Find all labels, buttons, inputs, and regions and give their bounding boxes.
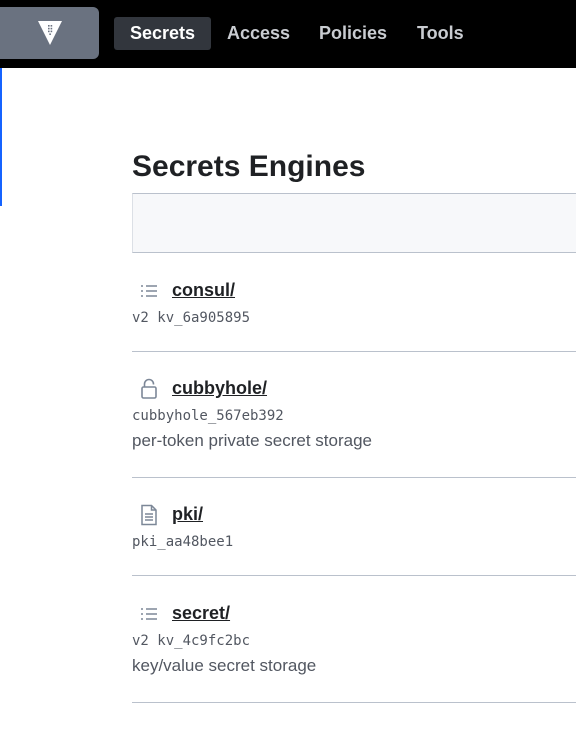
secret-engine-row[interactable]: cubbyhole/ cubbyhole_567eb392 per-token … [132, 378, 576, 478]
nav-tab-access[interactable]: Access [227, 17, 290, 50]
vault-logo-icon [37, 21, 62, 45]
nav-tab-policies[interactable]: Policies [319, 17, 387, 50]
secret-engine-row[interactable]: pki/ pki_aa48bee1 [132, 504, 576, 576]
lock-icon [138, 378, 160, 400]
list-icon [138, 280, 160, 302]
engine-accessor: pki_aa48bee1 [132, 534, 234, 550]
list-icon [138, 603, 160, 625]
secret-engine-row[interactable]: secret/ v2 kv_4c9fc2bc key/value secret … [132, 603, 576, 703]
nav-tab-tools[interactable]: Tools [417, 17, 464, 50]
engine-accessor: cubbyhole_567eb392 [132, 408, 284, 424]
document-icon [138, 504, 160, 526]
engine-accessor: v2 kv_4c9fc2bc [132, 633, 251, 649]
engine-description: per-token private secret storage [132, 431, 373, 450]
window-edge-accent [0, 68, 2, 206]
toolbar [132, 193, 576, 253]
engine-description: key/value secret storage [132, 656, 317, 675]
top-navigation-bar: Secrets Access Policies Tools [0, 0, 576, 68]
engine-path-link[interactable]: pki/ [172, 504, 203, 525]
engine-path-link[interactable]: secret/ [172, 603, 230, 624]
engine-path-link[interactable]: cubbyhole/ [172, 378, 267, 399]
engine-accessor: v2 kv_6a905895 [132, 310, 251, 326]
vault-logo-button[interactable] [0, 7, 99, 59]
secret-engine-row[interactable]: consul/ v2 kv_6a905895 [132, 280, 576, 352]
engine-path-link[interactable]: consul/ [172, 280, 235, 301]
nav-tab-secrets[interactable]: Secrets [114, 17, 211, 50]
page-title: Secrets Engines [132, 150, 366, 183]
